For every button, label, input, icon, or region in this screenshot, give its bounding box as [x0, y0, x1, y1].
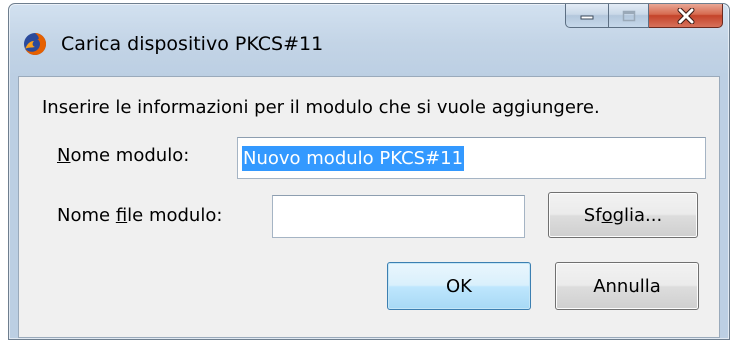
ok-button[interactable]: OK — [387, 262, 531, 310]
screen: Carica dispositivo PKCS#11 Inserire le i… — [0, 0, 738, 345]
minimize-icon — [580, 15, 594, 19]
firefox-icon — [24, 33, 46, 55]
caption-buttons — [565, 4, 723, 30]
browse-button[interactable]: Sf o glia... — [548, 192, 698, 238]
module-file-input[interactable] — [272, 195, 525, 238]
module-name-input[interactable]: Nuovo modulo PKCS#11 — [237, 137, 706, 179]
browse-label-mnemonic: o — [601, 204, 613, 226]
close-button[interactable] — [649, 4, 723, 28]
window-title: Carica dispositivo PKCS#11 — [61, 33, 324, 55]
maximize-button[interactable] — [609, 4, 649, 28]
maximize-icon — [622, 10, 635, 21]
module-file-label-mnemonic: f — [115, 205, 128, 226]
module-name-label-rest: ome modulo: — [70, 145, 190, 166]
title-bar[interactable]: Carica dispositivo PKCS#11 — [9, 4, 729, 76]
cancel-button[interactable]: Annulla — [555, 262, 699, 310]
intro-text: Inserire le informazioni per il modulo c… — [42, 97, 600, 118]
module-name-label-mnemonic: N — [57, 145, 71, 166]
minimize-button[interactable] — [565, 4, 609, 28]
module-name-value: Nuovo modulo PKCS#11 — [242, 145, 465, 171]
browse-label-before: Sf — [583, 204, 602, 226]
module-file-label: Nome file modulo: — [57, 205, 222, 226]
close-icon — [677, 7, 694, 24]
browse-label-after: glia... — [612, 204, 663, 226]
module-name-label: Nome modulo: — [57, 145, 189, 166]
module-file-label-before: Nome — [57, 205, 116, 226]
module-file-label-after: ile modulo: — [127, 205, 223, 226]
